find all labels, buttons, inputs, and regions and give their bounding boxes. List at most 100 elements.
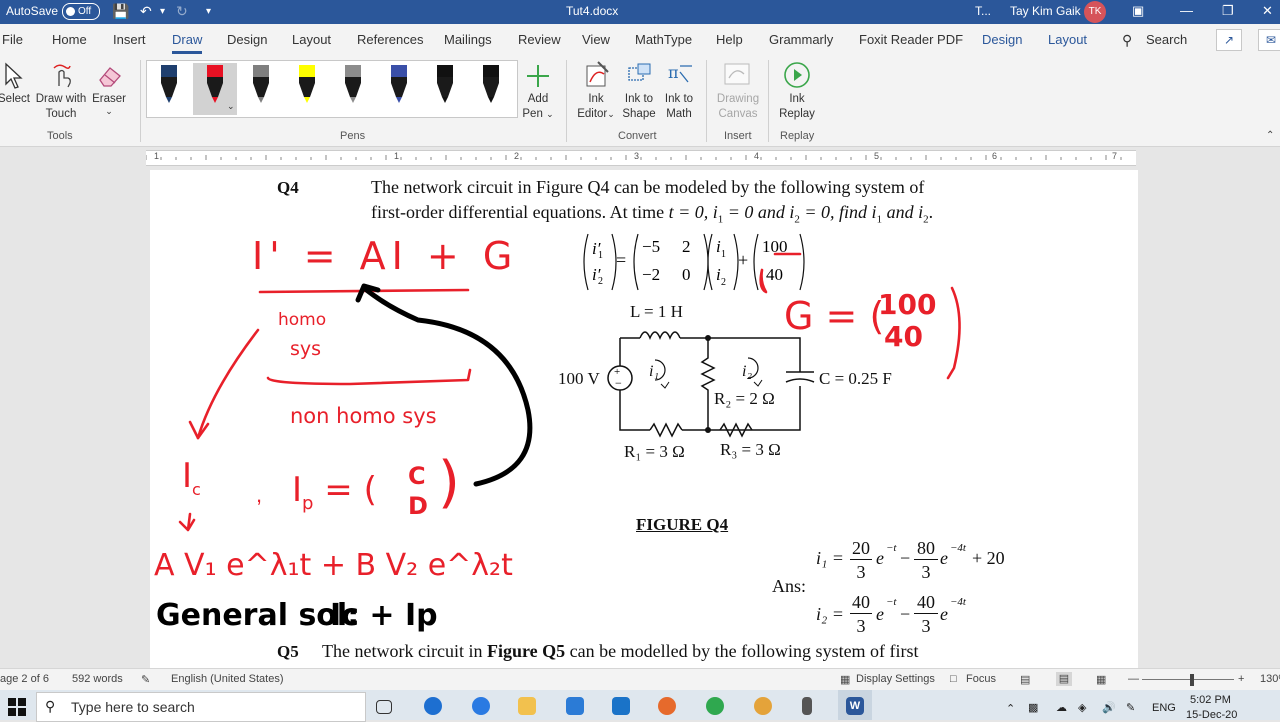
pen-icon bbox=[299, 65, 315, 103]
pens-group-label: Pens bbox=[340, 130, 366, 142]
close-icon[interactable]: ✕ bbox=[1262, 3, 1273, 19]
internet-explorer-icon[interactable] bbox=[472, 697, 490, 715]
tab-insert[interactable]: Insert bbox=[113, 32, 146, 47]
search-button[interactable]: Search bbox=[1146, 32, 1187, 47]
select-button[interactable]: Select bbox=[0, 92, 32, 107]
tray-chevron-icon[interactable]: ⌃ bbox=[1006, 702, 1015, 715]
tab-layout[interactable]: Layout bbox=[1048, 32, 1087, 47]
pen-icon bbox=[345, 65, 361, 103]
tab-file[interactable]: File bbox=[2, 32, 23, 47]
ink-ip-d: D bbox=[408, 492, 428, 520]
task-view-icon[interactable] bbox=[376, 700, 392, 714]
ink-comma: , bbox=[256, 482, 263, 507]
volume-icon[interactable]: 🔊 bbox=[1102, 701, 1116, 714]
ink-ip: Ip = ( bbox=[292, 470, 377, 514]
web-layout-icon[interactable]: ▦ bbox=[1096, 673, 1106, 686]
ruler-number: 2 bbox=[514, 151, 520, 161]
phone-app-icon[interactable] bbox=[802, 697, 812, 715]
ink-to-shape-icon bbox=[628, 63, 651, 81]
print-layout-icon[interactable]: ▤ bbox=[1056, 672, 1072, 686]
windows-start-icon[interactable] bbox=[8, 698, 26, 716]
sensitivity-label[interactable]: T... bbox=[975, 4, 991, 18]
onedrive-icon[interactable]: ☁ bbox=[1056, 701, 1067, 714]
tab-review[interactable]: Review bbox=[518, 32, 561, 47]
tab-mathtype[interactable]: MathType bbox=[635, 32, 692, 47]
undo-dropdown-icon[interactable]: ▾ bbox=[160, 6, 165, 17]
mail-icon[interactable] bbox=[612, 697, 630, 715]
tab-design[interactable]: Design bbox=[982, 32, 1022, 47]
ink-to-shape-label-2: Shape bbox=[622, 108, 656, 120]
drawing-canvas-label-2: Canvas bbox=[718, 108, 758, 120]
tab-grammarly[interactable]: Grammarly bbox=[769, 32, 833, 47]
focus-button[interactable]: Focus bbox=[966, 673, 996, 685]
clock-date[interactable]: 15-Dec-20 bbox=[1186, 709, 1237, 721]
chrome-icon[interactable] bbox=[706, 697, 724, 715]
display-settings-icon[interactable]: ▦ bbox=[840, 673, 850, 686]
eraser-button[interactable]: Eraser ⌄ bbox=[88, 92, 130, 116]
customize-qat-icon[interactable]: ▾ bbox=[206, 6, 211, 17]
pen-dropdown-icon[interactable]: ⌄ bbox=[227, 101, 235, 112]
tray-app-icon[interactable]: ▩ bbox=[1028, 701, 1038, 714]
read-mode-icon[interactable]: ▤ bbox=[1020, 673, 1030, 686]
comments-icon[interactable]: ✉ bbox=[1258, 29, 1280, 51]
ink-to-shape-button[interactable]: Ink to Shape bbox=[618, 92, 660, 122]
tab-references[interactable]: References bbox=[357, 32, 423, 47]
language-indicator[interactable]: English (United States) bbox=[171, 673, 284, 685]
word-icon[interactable]: W bbox=[846, 697, 864, 715]
zoom-out-icon[interactable]: — bbox=[1128, 673, 1139, 685]
clock-time[interactable]: 5:02 PM bbox=[1190, 694, 1231, 706]
zoom-in-icon[interactable]: + bbox=[1238, 673, 1244, 685]
horizontal-ruler[interactable]: 1 1 2 3 4 5 6 7 bbox=[146, 150, 1136, 166]
autosave-toggle[interactable]: Off bbox=[62, 3, 100, 20]
draw-with-touch-button[interactable]: Draw with Touch bbox=[30, 92, 92, 122]
save-icon[interactable]: 💾 bbox=[112, 3, 129, 20]
tab-layout[interactable]: Layout bbox=[292, 32, 331, 47]
display-settings-button[interactable]: Display Settings bbox=[856, 673, 935, 685]
ribbon-display-icon[interactable]: ▣ bbox=[1132, 3, 1144, 19]
maximize-icon[interactable]: ❐ bbox=[1222, 3, 1234, 19]
edge-icon[interactable] bbox=[424, 697, 442, 715]
eraser-dropdown-icon: ⌄ bbox=[105, 106, 113, 116]
file-explorer-icon[interactable] bbox=[518, 697, 536, 715]
zoom-level[interactable]: 130% bbox=[1260, 673, 1280, 685]
wifi-icon[interactable]: ◈ bbox=[1078, 701, 1086, 714]
ink-replay-button[interactable]: Ink Replay bbox=[774, 92, 820, 122]
user-name[interactable]: Tay Kim Gaik bbox=[1010, 4, 1081, 18]
share-icon[interactable]: ↗ bbox=[1216, 29, 1242, 51]
taskbar-search-box[interactable]: ⚲ Type here to search bbox=[36, 692, 366, 722]
page-count[interactable]: age 2 of 6 bbox=[0, 673, 49, 685]
tab-help[interactable]: Help bbox=[716, 32, 743, 47]
store-icon[interactable] bbox=[566, 697, 584, 715]
firefox-icon[interactable] bbox=[658, 697, 676, 715]
proofing-icon[interactable]: ✎ bbox=[141, 673, 150, 686]
search-icon[interactable]: ⚲ bbox=[1122, 32, 1132, 49]
ink-to-math-button[interactable]: Ink to Math bbox=[658, 92, 700, 122]
minimize-icon[interactable]: — bbox=[1180, 3, 1193, 18]
ink-to-math-label-2: Math bbox=[666, 108, 692, 120]
drawing-canvas-button[interactable]: Drawing Canvas bbox=[712, 92, 764, 122]
ink-replay-icon bbox=[784, 62, 810, 88]
language-ime[interactable]: ENG bbox=[1152, 702, 1176, 714]
zoom-slider-thumb[interactable] bbox=[1190, 674, 1194, 686]
ink-equation-main: I' = AI + G bbox=[252, 234, 519, 278]
redo-icon[interactable]: ↻ bbox=[176, 3, 188, 20]
avatar[interactable]: TK bbox=[1084, 1, 1106, 23]
ink-non-homo: non homo sys bbox=[290, 404, 437, 428]
tab-view[interactable]: View bbox=[582, 32, 610, 47]
word-count[interactable]: 592 words bbox=[72, 673, 123, 685]
collapse-ribbon-icon[interactable]: ⌃ bbox=[1266, 130, 1274, 141]
add-pen-button[interactable]: Add Pen ⌄ bbox=[520, 92, 556, 122]
tab-design[interactable]: Design bbox=[227, 32, 267, 47]
tab-mailings[interactable]: Mailings bbox=[444, 32, 492, 47]
chrome-profile-icon[interactable] bbox=[754, 697, 772, 715]
undo-icon[interactable]: ↶ bbox=[140, 3, 152, 20]
ink-editor-button[interactable]: Ink Editor⌄ bbox=[572, 92, 620, 122]
zoom-slider[interactable] bbox=[1142, 679, 1234, 680]
pen-workspace-icon[interactable]: ✎ bbox=[1126, 701, 1135, 714]
tab-draw[interactable]: Draw bbox=[172, 32, 203, 54]
document-page[interactable]: Q4 The network circuit in Figure Q4 can … bbox=[150, 170, 1138, 670]
autosave-label: AutoSave bbox=[6, 4, 59, 18]
tab-foxit-reader-pdf[interactable]: Foxit Reader PDF bbox=[859, 32, 963, 47]
tab-home[interactable]: Home bbox=[52, 32, 87, 47]
focus-icon[interactable]: □ bbox=[950, 673, 957, 685]
